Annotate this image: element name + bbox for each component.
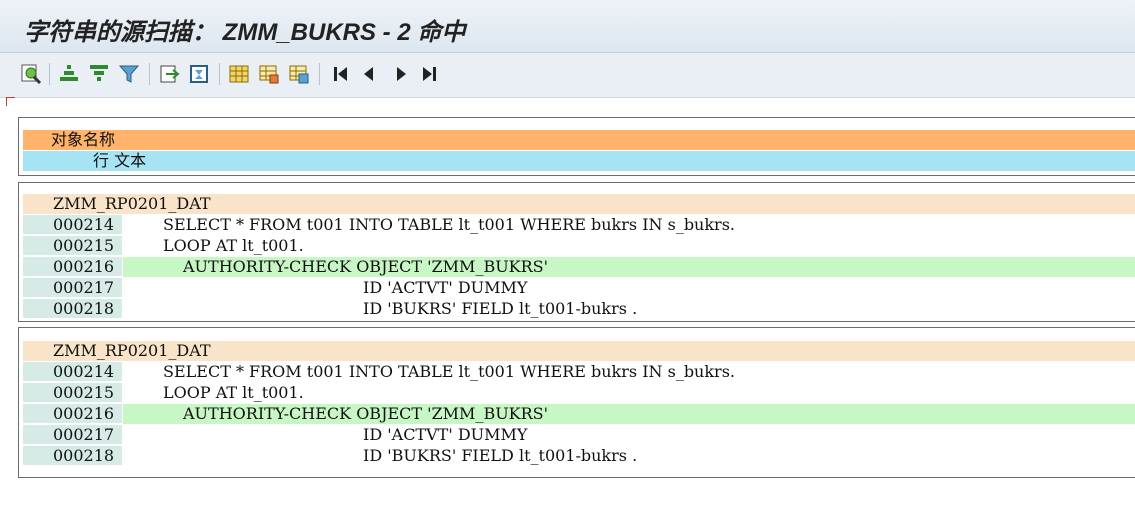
result-block: ZMM_RP0201_DAT 000214 SELECT * FROM t001…	[18, 182, 1135, 322]
program-name: ZMM_RP0201_DAT	[53, 194, 211, 213]
code-line[interactable]: 000214 SELECT * FROM t001 INTO TABLE lt_…	[23, 215, 1135, 235]
layout-select-icon[interactable]	[258, 63, 280, 85]
code-line[interactable]: 000218 ID 'BUKRS' FIELD lt_t001-bukrs .	[23, 299, 1135, 319]
line-number: 000217	[23, 425, 122, 444]
header-row-object: 对象名称	[23, 130, 1135, 168]
code-line[interactable]: 000215 LOOP AT lt_t001.	[23, 383, 1135, 403]
program-row[interactable]: ZMM_RP0201_DAT	[23, 194, 1135, 232]
export-icon[interactable]	[158, 63, 180, 85]
program-row[interactable]: ZMM_RP0201_DAT	[23, 341, 1135, 379]
toolbar	[0, 53, 1135, 98]
result-block: ZMM_RP0201_DAT 000214 SELECT * FROM t001…	[18, 327, 1135, 478]
code-line[interactable]: 000215 LOOP AT lt_t001.	[23, 236, 1135, 256]
code-text: ID 'ACTVT' DUMMY	[363, 425, 528, 444]
line-number: 000216	[23, 404, 122, 423]
program-name: ZMM_RP0201_DAT	[53, 341, 211, 360]
find-icon[interactable]	[20, 63, 42, 85]
sort-ascending-icon[interactable]	[58, 63, 80, 85]
header-row-line-text: 行 文本	[23, 151, 1135, 171]
title-bar: 字符串的源扫描： ZMM_BUKRS - 2 命中	[0, 0, 1135, 53]
code-text: SELECT * FROM t001 INTO TABLE lt_t001 WH…	[163, 215, 735, 234]
line-number: 000218	[23, 299, 122, 318]
layout-save-icon[interactable]	[288, 63, 310, 85]
last-page-icon[interactable]	[418, 63, 440, 85]
code-text: LOOP AT lt_t001.	[163, 383, 304, 402]
print-icon[interactable]	[188, 63, 210, 85]
code-line[interactable]: 000214 SELECT * FROM t001 INTO TABLE lt_…	[23, 362, 1135, 382]
code-line-hit[interactable]: 000216 AUTHORITY-CHECK OBJECT 'ZMM_BUKRS…	[23, 404, 1135, 424]
next-page-icon[interactable]	[390, 63, 412, 85]
code-line[interactable]: 000217 ID 'ACTVT' DUMMY	[23, 278, 1135, 298]
code-text: AUTHORITY-CHECK OBJECT 'ZMM_BUKRS'	[183, 257, 549, 276]
code-text: LOOP AT lt_t001.	[163, 236, 304, 255]
list-header: 对象名称 行 文本	[18, 117, 1135, 176]
code-text: ID 'BUKRS' FIELD lt_t001-bukrs .	[363, 299, 638, 318]
code-text: ID 'ACTVT' DUMMY	[363, 278, 528, 297]
sort-descending-icon[interactable]	[88, 63, 110, 85]
previous-page-icon[interactable]	[358, 63, 380, 85]
code-line[interactable]: 000218 ID 'BUKRS' FIELD lt_t001-bukrs .	[23, 446, 1135, 466]
code-line[interactable]: 000217 ID 'ACTVT' DUMMY	[23, 425, 1135, 445]
line-number: 000215	[23, 383, 122, 402]
layout-grid-icon[interactable]	[228, 63, 250, 85]
line-number: 000218	[23, 446, 122, 465]
filter-icon[interactable]	[118, 63, 140, 85]
line-number: 000214	[23, 215, 122, 234]
header-line-text: 行 文本	[93, 151, 147, 170]
header-object-name: 对象名称	[51, 130, 116, 149]
code-text: AUTHORITY-CHECK OBJECT 'ZMM_BUKRS'	[183, 404, 549, 423]
line-number: 000215	[23, 236, 122, 255]
line-number: 000217	[23, 278, 122, 297]
line-number: 000214	[23, 362, 122, 381]
code-text: ID 'BUKRS' FIELD lt_t001-bukrs .	[363, 446, 638, 465]
code-text: SELECT * FROM t001 INTO TABLE lt_t001 WH…	[163, 362, 735, 381]
first-page-icon[interactable]	[330, 63, 352, 85]
corner-marker	[6, 97, 15, 106]
window-title: 字符串的源扫描： ZMM_BUKRS - 2 命中	[24, 19, 466, 46]
line-number: 000216	[23, 257, 122, 276]
code-line-hit[interactable]: 000216 AUTHORITY-CHECK OBJECT 'ZMM_BUKRS…	[23, 257, 1135, 277]
